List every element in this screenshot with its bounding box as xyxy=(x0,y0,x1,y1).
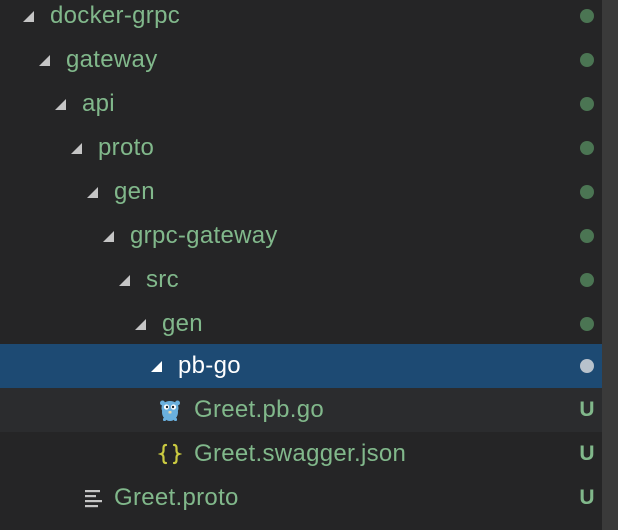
tree-item-gateway[interactable]: gateway xyxy=(0,38,602,82)
tree-item-pb-go[interactable]: pb-go xyxy=(0,344,602,388)
tree-item-label: proto xyxy=(98,134,155,161)
tree-item-label: docker-grpc xyxy=(50,2,181,29)
modified-status-dot-icon xyxy=(580,97,594,111)
untracked-status-badge: U xyxy=(579,442,595,465)
tree-item-label: Greet.swagger.json xyxy=(194,440,407,467)
tree-item-label: gen xyxy=(162,310,203,337)
tree-item-label: src xyxy=(146,266,179,293)
untracked-status-badge: U xyxy=(579,486,595,509)
tree-item-label: gen xyxy=(114,178,155,205)
json-braces-icon xyxy=(158,442,182,466)
file-explorer-tree: docker-grpc gateway api proto gen grpc-g… xyxy=(0,0,618,530)
tree-item-label: Greet.proto xyxy=(114,484,239,511)
tree-item-greet-swagger-json[interactable]: Greet.swagger.json U xyxy=(0,432,602,476)
modified-status-dot-icon xyxy=(580,141,594,155)
tree-item-src[interactable]: src xyxy=(0,258,602,302)
tree-item-label: api xyxy=(82,90,115,117)
tree-item-gen[interactable]: gen xyxy=(0,170,602,214)
modified-status-dot-icon xyxy=(580,317,594,331)
untracked-status-badge: U xyxy=(579,398,595,421)
tree-item-label: grpc-gateway xyxy=(130,222,278,249)
tree-item-label: Greet.pb.go xyxy=(194,396,325,423)
tree-item-greet-pb-go[interactable]: Greet.pb.go U xyxy=(0,388,602,432)
vertical-scrollbar[interactable] xyxy=(602,0,618,530)
tree-item-proto[interactable]: proto xyxy=(0,126,602,170)
tree-item-label: pb-go xyxy=(178,352,241,379)
modified-status-dot-icon xyxy=(580,53,594,67)
text-lines-icon xyxy=(82,486,106,510)
modified-status-dot-icon xyxy=(580,273,594,287)
tree-item-docker-grpc[interactable]: docker-grpc xyxy=(0,0,602,38)
tree-item-greet-proto[interactable]: Greet.proto U xyxy=(0,476,602,520)
tree-item-gen[interactable]: gen xyxy=(0,302,602,346)
modified-status-dot-icon xyxy=(580,9,594,23)
tree-item-grpc-gateway[interactable]: grpc-gateway xyxy=(0,214,602,258)
modified-status-dot-icon xyxy=(580,185,594,199)
modified-status-dot-icon xyxy=(580,229,594,243)
go-gopher-icon xyxy=(158,398,182,422)
tree-item-api[interactable]: api xyxy=(0,82,602,126)
tree-item-label: gateway xyxy=(66,46,158,73)
modified-status-dot-icon xyxy=(580,359,594,373)
